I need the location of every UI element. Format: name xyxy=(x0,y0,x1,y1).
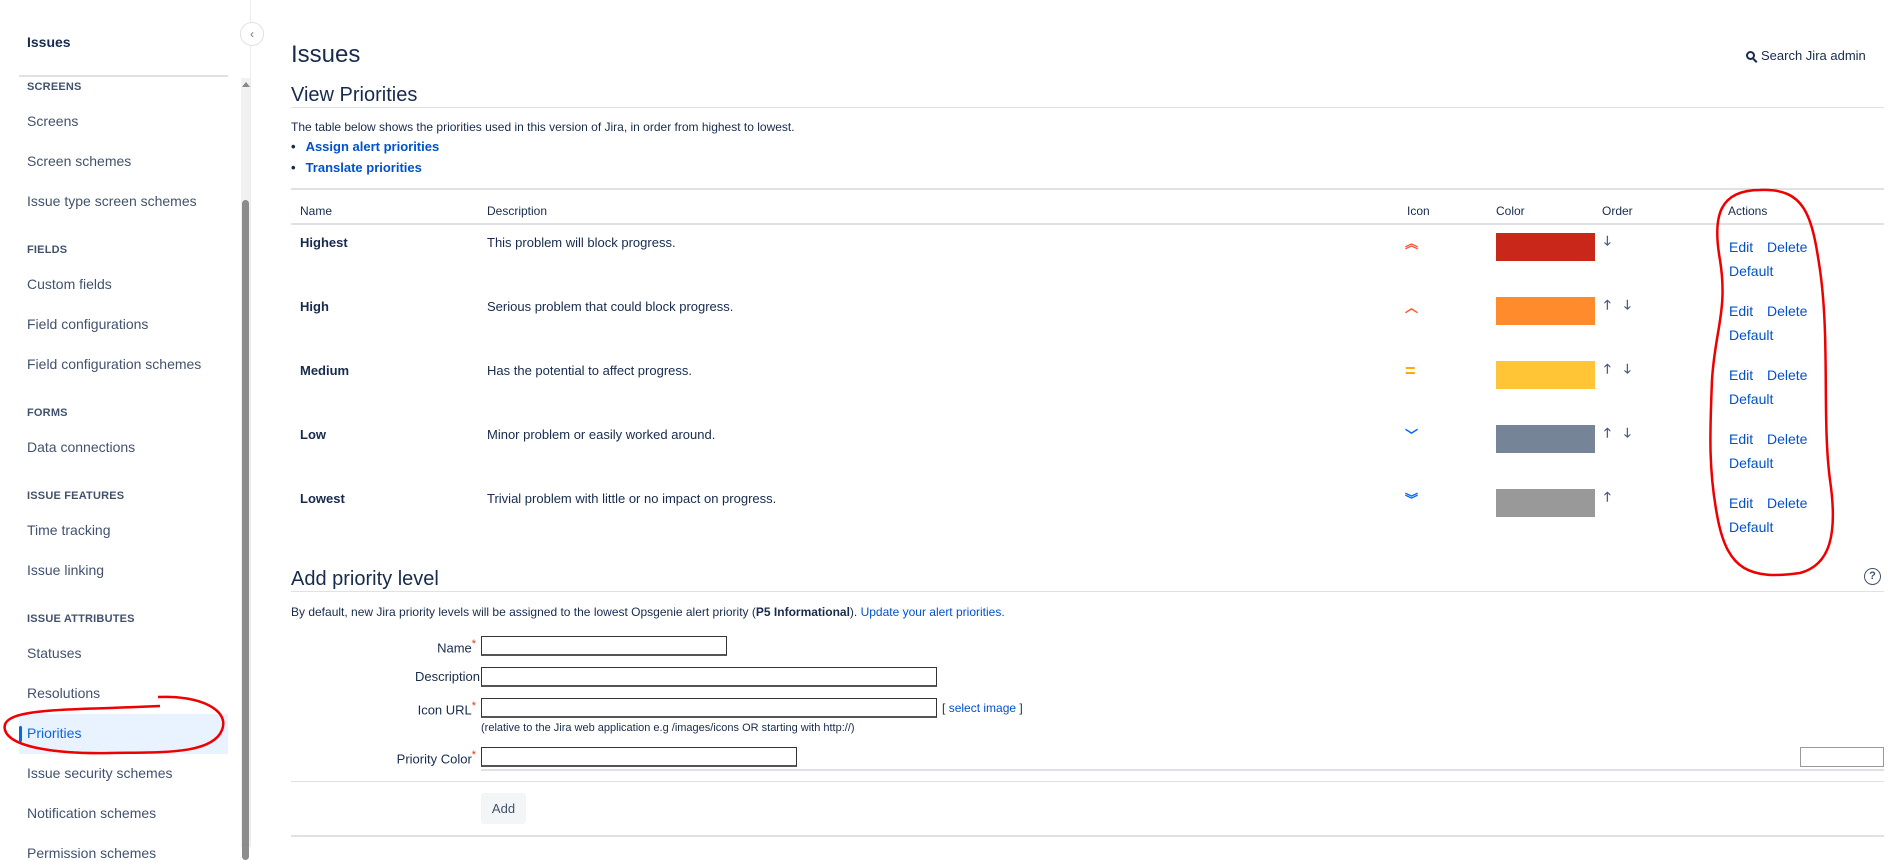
priorities-annotation-ellipse xyxy=(3,695,225,755)
annotation-marks xyxy=(3,188,1835,755)
sidebar-item-permission-schemes[interactable]: Permission schemes xyxy=(27,845,156,861)
actions-annotation-ellipse xyxy=(1709,188,1835,577)
